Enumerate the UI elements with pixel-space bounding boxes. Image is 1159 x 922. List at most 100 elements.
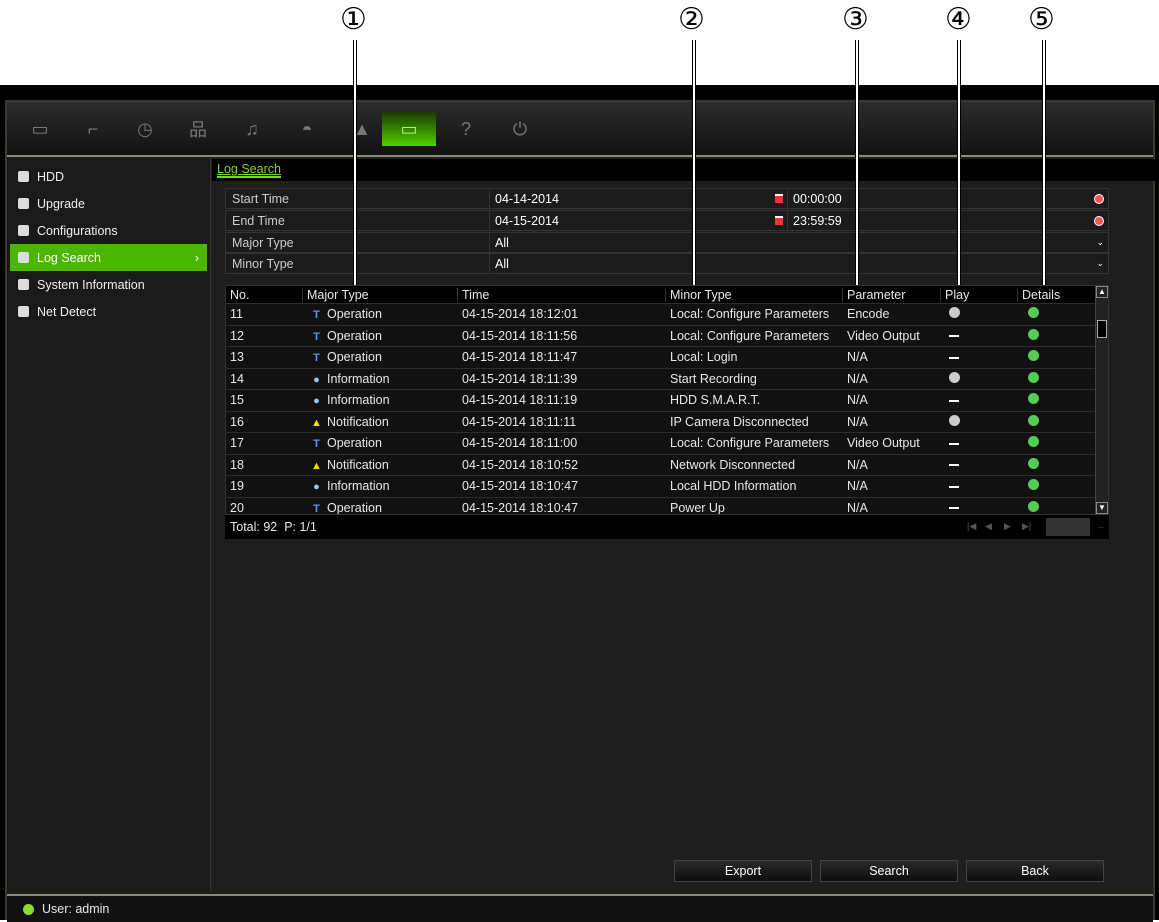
operation-icon: T [313,352,320,365]
table-row[interactable]: 13 T Operation 04-15-2014 18:11:47 Local:… [226,347,1108,369]
row-details[interactable] [1018,479,1096,493]
sidebar-item-hdd[interactable]: HDD [10,163,207,190]
camera-icon[interactable]: ⌐ [73,112,113,146]
prev-page-icon[interactable]: ◀ [985,521,992,532]
details-check-icon[interactable] [1028,328,1039,340]
scroll-thumb[interactable] [1097,320,1107,338]
sidebar-item-system-information[interactable]: System Information [10,271,207,298]
sidebar-item-log-search[interactable]: Log Search › [10,244,207,271]
operation-icon: T [313,438,320,451]
sidebar: HDD Upgrade Configurations Log Search › Syste… [7,159,211,892]
first-page-icon[interactable]: |◀ [967,521,976,532]
hdd-icon[interactable]: ▭ [382,112,436,146]
start-time-field[interactable]: 00:00:00 [788,189,1108,208]
status-bar: User: admin [7,894,1153,922]
play-icon[interactable] [949,371,960,383]
start-date-field[interactable]: 04-14-2014 [490,189,788,208]
row-details[interactable] [1018,457,1096,472]
table-row[interactable]: 14 ● Information 04-15-2014 18:11:39 Star… [226,369,1108,390]
column-header: Minor Type [666,287,843,302]
minor-type-select[interactable]: All ⌄ [490,254,1108,273]
end-time-field[interactable]: 23:59:59 [788,211,1108,230]
calendar-icon[interactable] [775,194,783,203]
dash-icon [949,464,959,467]
row-details[interactable] [1018,393,1096,407]
search-button[interactable]: Search [820,860,958,882]
table-row[interactable]: 12 T Operation 04-15-2014 18:11:56 Local:… [226,326,1108,347]
callout-line [692,40,696,285]
log-table: No. Major Type Time Minor Type Parameter Play… [225,285,1109,515]
row-play[interactable] [941,371,1018,386]
clock-icon[interactable] [1094,193,1104,204]
end-time-label: End Time [226,211,490,230]
scroll-up-icon[interactable]: ▲ [1096,286,1108,298]
bell-icon[interactable]: ♫ [232,112,272,146]
row-details[interactable] [1018,307,1096,321]
information-icon: ● [313,373,320,386]
row-details[interactable] [1018,414,1096,429]
details-check-icon[interactable] [1028,371,1039,383]
calendar-icon[interactable] [775,216,783,225]
sidebar-item-net-detect[interactable]: Net Detect [10,298,207,325]
details-check-icon[interactable] [1028,479,1039,491]
table-row[interactable]: 17 T Operation 04-15-2014 18:11:00 Local:… [226,433,1108,455]
row-parameter: Video Output [847,328,920,343]
row-no: 11 [230,307,243,322]
row-details[interactable] [1018,371,1096,386]
play-icon[interactable] [949,414,960,426]
dash-icon [949,335,959,338]
dome-camera-icon[interactable]: ◓ [287,112,327,146]
network-icon[interactable]: 品 [178,112,218,146]
operation-icon: T [313,330,320,343]
row-time: 04-15-2014 18:11:39 [462,371,578,386]
details-check-icon[interactable] [1028,307,1039,319]
row-minor-type: Local: Configure Parameters [670,436,830,451]
details-check-icon[interactable] [1028,350,1039,362]
sidebar-item-configurations[interactable]: Configurations [10,217,207,244]
sidebar-item-label: Upgrade [37,196,85,211]
tab-log-search[interactable]: Log Search [217,162,281,178]
table-row[interactable]: 15 ● Information 04-15-2014 18:11:19 HDD … [226,390,1108,412]
table-row[interactable]: 19 ● Information 04-15-2014 18:10:47 Loca… [226,476,1108,498]
monitor-icon[interactable]: ▭ [20,112,60,146]
main-toolbar: ▭ ⌐ ◷ 品 ♫ ◓ ▲ ▭? ⏻ [7,102,1153,157]
row-play[interactable] [941,307,1018,321]
details-check-icon[interactable] [1028,500,1039,512]
row-details[interactable] [1018,500,1096,514]
major-type-select[interactable]: All ⌄ [490,233,1108,252]
export-button[interactable]: Export [674,860,812,882]
details-check-icon[interactable] [1028,393,1039,405]
next-page-icon[interactable]: ▶ [1004,521,1011,532]
details-check-icon[interactable] [1028,414,1039,426]
sidebar-item-label: Log Search [37,250,101,265]
last-page-icon[interactable]: ▶| [1022,521,1031,532]
row-play[interactable] [941,414,1018,429]
help-icon[interactable]: ? [446,112,486,146]
clock-icon[interactable] [1094,215,1104,226]
row-minor-type: Network Disconnected [670,457,796,472]
scrollbar[interactable]: ▲ ▼ [1095,286,1108,514]
go-arrow-icon[interactable]: → [1096,521,1105,531]
details-check-icon[interactable] [1028,436,1039,448]
clock-icon[interactable]: ◷ [125,112,165,146]
table-row[interactable]: 20 T Operation 04-15-2014 18:10:47 Power … [226,498,1108,514]
row-major-type: T Operation [303,501,458,514]
row-details[interactable] [1018,436,1096,450]
scroll-down-icon[interactable]: ▼ [1096,502,1108,514]
table-row[interactable]: 18 ▲ Notification 04-15-2014 18:10:52 Net… [226,455,1108,476]
details-check-icon[interactable] [1028,457,1039,469]
row-details[interactable] [1018,350,1096,364]
power-icon[interactable]: ⏻ [500,112,540,146]
page-input[interactable] [1046,518,1090,536]
callout-1: ① [340,2,367,37]
sidebar-item-upgrade[interactable]: Upgrade [10,190,207,217]
row-details[interactable] [1018,328,1096,343]
dash-icon [949,442,959,445]
back-button[interactable]: Back [966,860,1104,882]
table-row[interactable]: 11 T Operation 04-15-2014 18:12:01 Local:… [226,304,1108,326]
table-row[interactable]: 16 ▲ Notification 04-15-2014 18:11:11 IP … [226,412,1108,433]
user-icon[interactable]: ▲ [342,112,382,146]
end-date-field[interactable]: 04-15-2014 [490,211,788,230]
row-parameter: N/A [847,393,868,408]
play-icon[interactable] [949,307,960,319]
